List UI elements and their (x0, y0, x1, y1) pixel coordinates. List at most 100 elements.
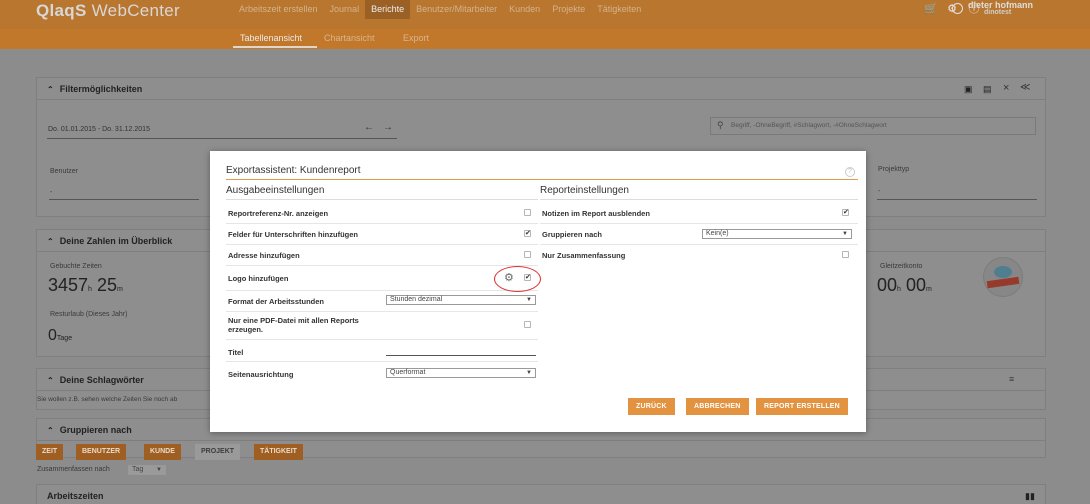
subnav-chartansicht[interactable]: Chartansicht (324, 33, 375, 43)
reportref-label: Reportreferenz-Nr. anzeigen (228, 209, 329, 218)
subnav-tabellenansicht[interactable]: Tabellenansicht (240, 33, 302, 43)
nav-berichte[interactable]: Berichte (365, 0, 411, 19)
dialog-title: Exportassistent: Kundenreport (226, 165, 361, 176)
projekttyp-label: Projekttyp (878, 166, 910, 173)
reportref-checkbox[interactable] (524, 209, 531, 216)
search-placeholder: Begriff, -OhneBegriff, #Schlagwort, -#Oh… (731, 122, 887, 129)
share-icon[interactable]: ≪ (1020, 82, 1030, 93)
benutzer-underline (49, 199, 199, 200)
adresse-checkbox[interactable] (524, 251, 531, 258)
pdf-label: Nur eine PDF-Datei mit allen Reports erz… (228, 316, 359, 334)
dropdown-arrow-icon: ▼ (526, 370, 532, 376)
arbeitszeiten-panel: Arbeitszeiten (36, 484, 1046, 504)
seiten-label: Seitenausrichtung (228, 370, 294, 379)
titel-input[interactable] (386, 355, 536, 356)
arrow-right-icon[interactable]: → (383, 122, 393, 133)
row-pdf: Nur eine PDF-Datei mit allen Reports erz… (226, 312, 538, 340)
user-account: dinotest (984, 9, 1012, 16)
nav-taetigkeiten[interactable]: Tätigkeiten (591, 0, 647, 19)
resturlaub-value: 0Tage (48, 327, 73, 344)
active-tab-underline (233, 46, 317, 48)
search-input[interactable]: ⚲ Begriff, -OhneBegriff, #Schlagwort, -#… (710, 117, 1036, 135)
cancel-button[interactable]: ABBRECHEN (686, 398, 749, 415)
archive-icon[interactable]: ▣ (964, 84, 973, 95)
row-notizen: Notizen im Report ausblenden ✔ (540, 203, 858, 224)
create-report-button[interactable]: REPORT ERSTELLEN (756, 398, 848, 415)
help-icon[interactable]: ? (845, 167, 855, 177)
row-gruppieren: Gruppieren nach Kein(e) ▼ (540, 224, 858, 245)
dropdown-arrow-icon: ▼ (156, 467, 162, 473)
subnav-export[interactable]: Export (403, 33, 429, 43)
group-kunde-button[interactable]: KUNDE (144, 444, 181, 460)
sort-icon[interactable]: ≡ (1009, 374, 1014, 384)
highlight-circle (494, 266, 541, 292)
chevron-up-icon: ⌃ (47, 426, 54, 435)
zusammenfassung-checkbox[interactable] (842, 251, 849, 258)
nav-journal[interactable]: Journal (324, 0, 366, 19)
columns-icon[interactable]: ▮▮ (1025, 491, 1035, 502)
arbeitszeiten-panel-header[interactable]: Arbeitszeiten (37, 485, 1045, 504)
dialog-title-divider (226, 179, 858, 180)
benutzer-select[interactable]: - (50, 189, 52, 196)
ausgabe-section-divider (226, 199, 538, 200)
close-icon[interactable]: × (1003, 82, 1009, 94)
gleitzeit-value: 00h 00m (877, 275, 932, 295)
felder-checkbox[interactable]: ✔ (524, 230, 531, 237)
notizen-label: Notizen im Report ausblenden (542, 209, 650, 218)
projekttyp-select[interactable]: - (878, 188, 880, 195)
gleitzeit-label: Gleitzeitkonto (880, 263, 923, 270)
dropdown-arrow-icon: ▼ (842, 231, 848, 237)
row-felder: Felder für Unterschriften hinzufügen ✔ (226, 224, 538, 245)
ausgabe-section-title: Ausgabeeinstellungen (226, 185, 325, 196)
cart-icon[interactable]: 🛒 (924, 3, 938, 15)
nav-arbeitszeit-erstellen[interactable]: Arbeitszeit erstellen (233, 0, 324, 19)
gruppieren-select[interactable]: Kein(e) ▼ (702, 229, 852, 239)
main-nav: Arbeitszeit erstellen Journal Berichte B… (233, 0, 647, 19)
schlagwoerter-hint: Sie wollen z.B. sehen welche Zeiten Sie … (37, 396, 178, 403)
row-seiten: Seitenausrichtung Querformat ▼ (226, 362, 538, 383)
zusammenfassen-label: Zusammenfassen nach (37, 466, 110, 473)
group-projekt-button[interactable]: PROJEKT (195, 444, 241, 460)
adresse-label: Adresse hinzufügen (228, 251, 300, 260)
sub-navigation: Tabellenansicht Chartansicht Export (0, 29, 1090, 49)
projekttyp-underline (877, 199, 1037, 200)
back-button[interactable]: ZURÜCK (628, 398, 675, 415)
arrow-left-icon[interactable]: ← (364, 122, 374, 133)
group-zeit-button[interactable]: ZEIT (36, 444, 64, 460)
zusammenfassung-label: Nur Zusammenfassung (542, 251, 626, 260)
nav-benutzer-mitarbeiter[interactable]: Benutzer/Mitarbeiter (410, 0, 503, 19)
row-reportref: Reportreferenz-Nr. anzeigen (226, 203, 538, 224)
gruppieren-label: Gruppieren nach (542, 230, 603, 239)
filter-panel-header[interactable]: ⌃ Filtermöglichkeiten (37, 78, 1045, 100)
dropdown-arrow-icon: ▼ (526, 297, 532, 303)
gebuchte-value: 3457h 25m (48, 275, 123, 295)
date-range-field[interactable]: Do. 01.01.2015 - Do. 31.12.2015 (48, 126, 150, 133)
user-menu[interactable]: dieter hofmann dinotest (952, 0, 1033, 16)
notizen-checkbox[interactable]: ✔ (842, 209, 849, 216)
group-benutzer-button[interactable]: BENUTZER (76, 444, 127, 460)
felder-label: Felder für Unterschriften hinzufügen (228, 230, 359, 239)
nav-projekte[interactable]: Projekte (546, 0, 591, 19)
chevron-up-icon: ⌃ (47, 237, 54, 246)
format-label: Format der Arbeitsstunden (228, 297, 324, 306)
zusammenfassen-select[interactable]: Tag ▼ (128, 465, 166, 475)
group-taetigkeit-button[interactable]: TÄTIGKEIT (254, 444, 303, 460)
pdf-checkbox[interactable] (524, 321, 531, 328)
row-zusammenfassung: Nur Zusammenfassung (540, 245, 858, 266)
gebuchte-label: Gebuchte Zeiten (50, 263, 102, 270)
resturlaub-label: Resturlaub (Dieses Jahr) (50, 311, 128, 318)
format-select[interactable]: Stunden dezimal ▼ (386, 295, 536, 305)
logo-label: Logo hinzufügen (228, 274, 289, 283)
top-navigation-bar: QlaqS WebCenter Arbeitszeit erstellen Jo… (0, 0, 1090, 29)
app-logo[interactable]: QlaqS WebCenter (36, 1, 180, 21)
titel-label: Titel (228, 348, 244, 357)
nav-kunden[interactable]: Kunden (503, 0, 546, 19)
save-icon[interactable]: ▤ (983, 84, 992, 95)
row-format: Format der Arbeitsstunden Stunden dezima… (226, 291, 538, 312)
benutzer-label: Benutzer (50, 168, 79, 175)
badge-cloud-shape (994, 266, 1012, 278)
badge-ribbon-shape (986, 276, 1020, 289)
report-section-title: Reporteinstellungen (540, 185, 629, 196)
search-icon: ⚲ (717, 120, 724, 130)
seiten-select[interactable]: Querformat ▼ (386, 368, 536, 378)
